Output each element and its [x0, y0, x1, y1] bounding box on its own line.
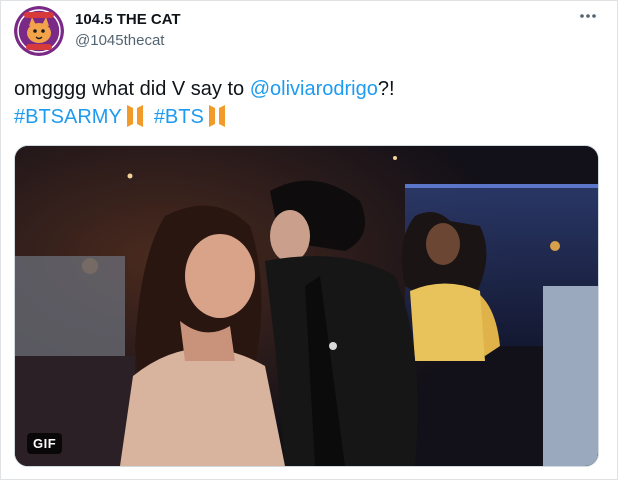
hashtag-btsarmy-link[interactable]: #BTSARMY	[14, 106, 122, 128]
hashtag-bts-link[interactable]: #BTS	[154, 106, 204, 128]
tweet-text-end: ?!	[377, 78, 395, 100]
tweet-card: 104.5 THE CAT @1045thecat omgggg what di…	[0, 0, 618, 480]
gif-badge: GIF	[27, 433, 63, 454]
more-options-button[interactable]	[577, 5, 599, 27]
cat-logo-icon	[14, 6, 64, 56]
display-name[interactable]: 104.5 THE CAT	[75, 11, 181, 28]
tweet-gif-media[interactable]: GIF	[14, 145, 599, 467]
tweet-line-1: omgggg what did V say to @oliviarodrigo?…	[14, 75, 594, 103]
tweet-text: omgggg what did V say to @oliviarodrigo?…	[14, 75, 594, 135]
tweet-text-start: omgggg what did V say to	[14, 78, 250, 100]
bts-logo-emoji-icon	[208, 105, 226, 135]
bts-logo-emoji-icon	[126, 105, 144, 135]
gif-frame-image	[15, 146, 598, 466]
avatar[interactable]	[14, 6, 64, 56]
user-handle[interactable]: @1045thecat	[75, 32, 164, 49]
more-options-icon	[580, 14, 596, 18]
tweet-line-2: #BTSARMY #BTS	[14, 103, 594, 135]
mention-link[interactable]: @oliviarodrigo	[250, 78, 378, 100]
